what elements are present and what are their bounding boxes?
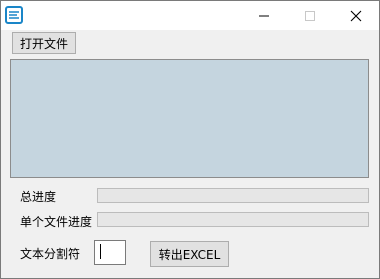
minimize-icon [259,15,269,17]
single-file-progress-label: 单个文件进度 [20,215,93,229]
close-button[interactable] [333,1,379,30]
title-bar[interactable] [1,1,379,30]
open-file-button[interactable]: 打开文件 [12,32,76,54]
minimize-button[interactable] [241,1,287,30]
text-caret [100,244,101,259]
maximize-button[interactable] [287,1,333,30]
export-excel-button[interactable]: 转出EXCEL [150,241,229,267]
separator-label: 文本分割符 [20,247,81,261]
separator-input[interactable] [94,240,126,265]
total-progress-label: 总进度 [20,190,57,204]
maximize-icon [305,11,315,21]
total-progress-bar [97,188,369,203]
file-list-panel[interactable] [10,59,369,178]
single-file-progress-bar [97,212,369,227]
close-icon [350,10,362,22]
app-icon [5,6,23,24]
app-window: 打开文件 总进度 单个文件进度 文本分割符 转出EXCEL [0,0,380,279]
